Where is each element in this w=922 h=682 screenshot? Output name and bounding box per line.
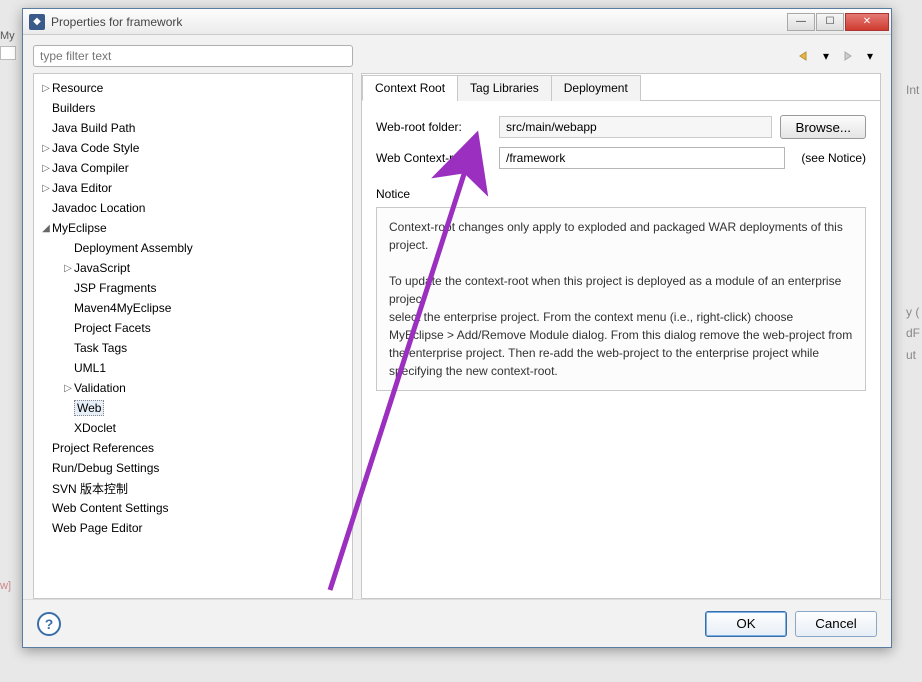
tree-item[interactable]: ▷Java Code Style — [34, 138, 352, 158]
tab[interactable]: Tag Libraries — [457, 75, 552, 101]
tree-expander-icon[interactable]: ▷ — [40, 83, 52, 94]
tree-item-label: Web — [74, 400, 104, 416]
tree-item-label: Java Code Style — [52, 141, 139, 155]
tree-item[interactable]: ▷Validation — [34, 378, 352, 398]
tree-item[interactable]: Java Build Path — [34, 118, 352, 138]
tree-item-label: JavaScript — [74, 261, 130, 275]
notice-line: the enterprise project. Then re-add the … — [389, 344, 853, 380]
tree-expander-icon[interactable]: ▷ — [40, 163, 52, 174]
tree-item[interactable]: SVN 版本控制 — [34, 478, 352, 498]
category-tree[interactable]: ▷ResourceBuildersJava Build Path▷Java Co… — [33, 73, 353, 599]
tree-item-label: SVN 版本控制 — [52, 480, 128, 497]
properties-dialog: ◆ Properties for framework — ☐ ✕ ▷Resour… — [22, 8, 892, 648]
tree-item-label: UML1 — [74, 361, 106, 375]
tab-content: Web-root folder: Browse... Web Context-r… — [362, 101, 880, 598]
tree-item[interactable]: Project Facets — [34, 318, 352, 338]
app-icon: ◆ — [29, 14, 45, 30]
tree-item[interactable]: Task Tags — [34, 338, 352, 358]
tree-item[interactable]: Project References — [34, 438, 352, 458]
tree-item[interactable]: ▷Resource — [34, 78, 352, 98]
minimize-button[interactable]: — — [787, 13, 815, 31]
tree-item[interactable]: ▷Java Compiler — [34, 158, 352, 178]
help-button[interactable]: ? — [37, 612, 61, 636]
tree-item[interactable]: ◢MyEclipse — [34, 218, 352, 238]
tree-item[interactable]: Javadoc Location — [34, 198, 352, 218]
tree-item-label: Run/Debug Settings — [52, 461, 159, 475]
tree-item-label: XDoclet — [74, 421, 116, 435]
notice-line: MyEclipse > Add/Remove Module dialog. Fr… — [389, 326, 853, 344]
tree-item-label: Project References — [52, 441, 154, 455]
tree-item[interactable]: ▷JavaScript — [34, 258, 352, 278]
notice-label: Notice — [376, 187, 866, 201]
forward-button[interactable] — [839, 48, 857, 64]
tree-item[interactable]: Deployment Assembly — [34, 238, 352, 258]
background-text-right: Int y ( dF ut — [906, 80, 922, 366]
tree-item-label: Deployment Assembly — [74, 241, 193, 255]
tree-item[interactable]: XDoclet — [34, 418, 352, 438]
ok-button[interactable]: OK — [705, 611, 787, 637]
context-root-input[interactable] — [499, 147, 785, 169]
tree-item-label: Java Build Path — [52, 121, 135, 135]
tree-item-label: Task Tags — [74, 341, 127, 355]
tree-expander-icon[interactable]: ▷ — [62, 383, 74, 394]
tree-item-label: Project Facets — [74, 321, 151, 335]
notice-line: Context-root changes only apply to explo… — [389, 218, 853, 254]
webroot-input[interactable] — [499, 116, 772, 138]
tree-item-label: Web Content Settings — [52, 501, 169, 515]
context-suffix: (see Notice) — [801, 151, 866, 165]
notice-line: select the enterprise project. From the … — [389, 308, 853, 326]
tree-item-label: Javadoc Location — [52, 201, 145, 215]
nav-toolbar: ▾ ▾ — [361, 45, 881, 67]
tree-item-label: Resource — [52, 81, 103, 95]
tab[interactable]: Context Root — [362, 75, 458, 101]
tree-item[interactable]: ▷Java Editor — [34, 178, 352, 198]
context-root-label: Web Context-root — [376, 151, 491, 165]
back-dropdown-icon[interactable]: ▾ — [817, 48, 835, 64]
tree-item-label: MyEclipse — [52, 221, 107, 235]
tree-item-label: JSP Fragments — [74, 281, 156, 295]
background-text: My w] — [0, 30, 16, 592]
tree-item[interactable]: Run/Debug Settings — [34, 458, 352, 478]
tree-item-label: Maven4MyEclipse — [74, 301, 171, 315]
tree-item[interactable]: Builders — [34, 98, 352, 118]
tree-item-label: Web Page Editor — [52, 521, 143, 535]
tree-item-label: Java Compiler — [52, 161, 129, 175]
tree-expander-icon[interactable]: ▷ — [40, 183, 52, 194]
tree-item-label: Builders — [52, 101, 95, 115]
cancel-button[interactable]: Cancel — [795, 611, 877, 637]
tree-item[interactable]: Web — [34, 398, 352, 418]
forward-dropdown-icon[interactable]: ▾ — [861, 48, 879, 64]
tab[interactable]: Deployment — [551, 75, 641, 101]
titlebar[interactable]: ◆ Properties for framework — ☐ ✕ — [23, 9, 891, 35]
tree-expander-icon[interactable]: ◢ — [40, 223, 52, 234]
tree-expander-icon[interactable]: ▷ — [40, 143, 52, 154]
notice-box: Context-root changes only apply to explo… — [376, 207, 866, 391]
button-bar: ? OK Cancel — [23, 599, 891, 647]
close-button[interactable]: ✕ — [845, 13, 889, 31]
back-button[interactable] — [795, 48, 813, 64]
webroot-label: Web-root folder: — [376, 120, 491, 134]
tree-item[interactable]: JSP Fragments — [34, 278, 352, 298]
maximize-button[interactable]: ☐ — [816, 13, 844, 31]
tree-expander-icon[interactable]: ▷ — [62, 263, 74, 274]
filter-input[interactable] — [33, 45, 353, 67]
window-title: Properties for framework — [51, 15, 786, 29]
browse-button[interactable]: Browse... — [780, 115, 866, 139]
tree-item[interactable]: Web Page Editor — [34, 518, 352, 538]
tab-bar: Context RootTag LibrariesDeployment — [362, 74, 880, 101]
notice-line: To update the context-root when this pro… — [389, 272, 853, 308]
tree-item[interactable]: Maven4MyEclipse — [34, 298, 352, 318]
tree-item[interactable]: Web Content Settings — [34, 498, 352, 518]
tree-item-label: Java Editor — [52, 181, 112, 195]
tree-item-label: Validation — [74, 381, 126, 395]
tree-item[interactable]: UML1 — [34, 358, 352, 378]
